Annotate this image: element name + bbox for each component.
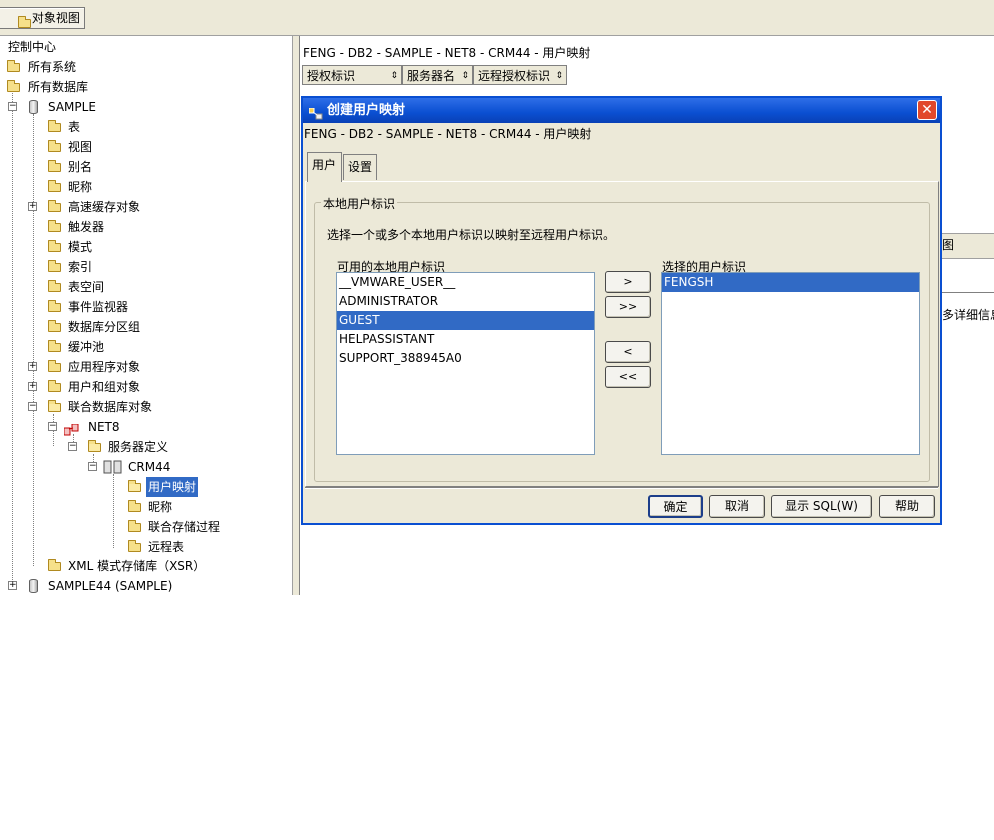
folder-icon xyxy=(7,60,20,72)
contents-pane-title: FENG - DB2 - SAMPLE - NET8 - CRM44 - 用户映… xyxy=(303,46,591,60)
sort-icon: ⇕ xyxy=(461,71,469,81)
folder-icon xyxy=(48,180,61,192)
close-icon[interactable]: ✕ xyxy=(917,100,937,120)
details-hint: 多详细信息 xyxy=(942,308,994,322)
collapse-icon[interactable]: − xyxy=(68,442,77,451)
folder-icon xyxy=(128,520,141,532)
folder-icon xyxy=(48,200,61,212)
object-tree: 控制中心 所有系统 所有数据库 − SAMPLE 表 视图 别名 昵称 + 高速… xyxy=(0,36,296,595)
column-header-server-name[interactable]: 服务器名 ⇕ xyxy=(402,65,473,85)
folder-icon xyxy=(18,16,31,28)
remove-button[interactable]: < xyxy=(605,341,651,363)
database-icon xyxy=(29,579,38,593)
tree-node-net8[interactable]: − NET8 xyxy=(0,417,140,437)
button-separator xyxy=(305,487,938,489)
tree-guide-line xyxy=(33,114,34,566)
selected-users-list[interactable]: FENGSH xyxy=(661,272,920,455)
folder-icon xyxy=(48,140,61,152)
column-header-remote-auth-id[interactable]: 远程授权标识 ⇕ xyxy=(473,65,567,85)
list-item[interactable]: __VMWARE_USER__ xyxy=(337,273,594,292)
add-all-button[interactable]: >> xyxy=(605,296,651,318)
sort-icon: ⇕ xyxy=(555,71,563,81)
dialog-path: FENG - DB2 - SAMPLE - NET8 - CRM44 - 用户映… xyxy=(304,127,592,141)
folder-icon xyxy=(48,320,61,332)
folder-icon xyxy=(7,80,20,92)
server-icon xyxy=(103,460,123,474)
tree-node-sample44[interactable]: + SAMPLE44 (SAMPLE) xyxy=(0,576,200,596)
column-header-auth-id[interactable]: 授权标识 ⇕ xyxy=(302,65,402,85)
object-view-tab-label: 对象视图 xyxy=(31,11,80,25)
help-button[interactable]: 帮助 xyxy=(879,495,935,518)
folder-icon xyxy=(48,340,61,352)
list-item[interactable]: GUEST xyxy=(337,311,594,330)
folder-icon xyxy=(128,540,141,552)
folder-icon xyxy=(48,120,61,132)
sort-icon: ⇕ xyxy=(390,71,398,81)
available-users-list[interactable]: __VMWARE_USER__ ADMINISTRATOR GUEST HELP… xyxy=(336,272,595,455)
dialog-titlebar[interactable]: 创建用户映射 ✕ xyxy=(303,98,940,123)
expand-icon[interactable]: + xyxy=(28,382,37,391)
database-icon xyxy=(29,100,38,114)
dialog-title: 创建用户映射 xyxy=(327,103,406,118)
folder-open-icon xyxy=(48,400,61,412)
folder-icon xyxy=(48,220,61,232)
tree-guide-line xyxy=(12,90,13,586)
top-toolbar: 对象视图 xyxy=(0,0,994,36)
folder-icon xyxy=(48,380,61,392)
expand-icon[interactable]: + xyxy=(8,581,17,590)
folder-icon xyxy=(48,240,61,252)
folder-icon xyxy=(48,260,61,272)
remove-all-button[interactable]: << xyxy=(605,366,651,388)
folder-icon xyxy=(128,500,141,512)
wrapper-icon xyxy=(63,422,79,436)
ok-button[interactable]: 确定 xyxy=(648,495,703,518)
collapse-icon[interactable]: − xyxy=(48,422,57,431)
tab-settings[interactable]: 设置 xyxy=(343,154,377,180)
cancel-button[interactable]: 取消 xyxy=(709,495,765,518)
user-mapping-icon xyxy=(308,104,323,120)
tree-node-sample[interactable]: − SAMPLE xyxy=(0,97,120,117)
create-user-mapping-dialog: 创建用户映射 ✕ FENG - DB2 - SAMPLE - NET8 - CR… xyxy=(301,96,942,525)
collapse-icon[interactable]: − xyxy=(88,462,97,471)
object-view-tab[interactable]: 对象视图 xyxy=(0,7,85,29)
folder-open-icon xyxy=(128,480,141,492)
expand-icon[interactable]: + xyxy=(28,362,37,371)
list-item[interactable]: SUPPORT_388945A0 xyxy=(337,349,594,368)
list-item[interactable]: FENGSH xyxy=(662,273,919,292)
folder-icon xyxy=(48,559,61,571)
add-button[interactable]: > xyxy=(605,271,651,293)
list-item[interactable]: HELPASSISTANT xyxy=(337,330,594,349)
collapse-icon[interactable]: − xyxy=(8,102,17,111)
folder-icon xyxy=(48,360,61,372)
show-sql-button[interactable]: 显示 SQL(W) xyxy=(771,495,872,518)
folder-icon xyxy=(48,160,61,172)
list-item[interactable]: ADMINISTRATOR xyxy=(337,292,594,311)
folder-open-icon xyxy=(88,440,101,452)
tab-users[interactable]: 用户 xyxy=(307,152,342,182)
tree-splitter[interactable] xyxy=(292,36,299,595)
expand-icon[interactable]: + xyxy=(28,202,37,211)
collapse-icon[interactable]: − xyxy=(28,402,37,411)
empty-area xyxy=(0,595,994,840)
details-tab[interactable]: 图 xyxy=(942,233,994,259)
tree-guide-line xyxy=(113,474,114,548)
folder-icon xyxy=(48,300,61,312)
group-title: 本地用户标识 xyxy=(321,195,398,212)
details-divider xyxy=(942,264,994,293)
description-text: 选择一个或多个本地用户标识以映射至远程用户标识。 xyxy=(327,228,616,242)
folder-icon xyxy=(48,280,61,292)
